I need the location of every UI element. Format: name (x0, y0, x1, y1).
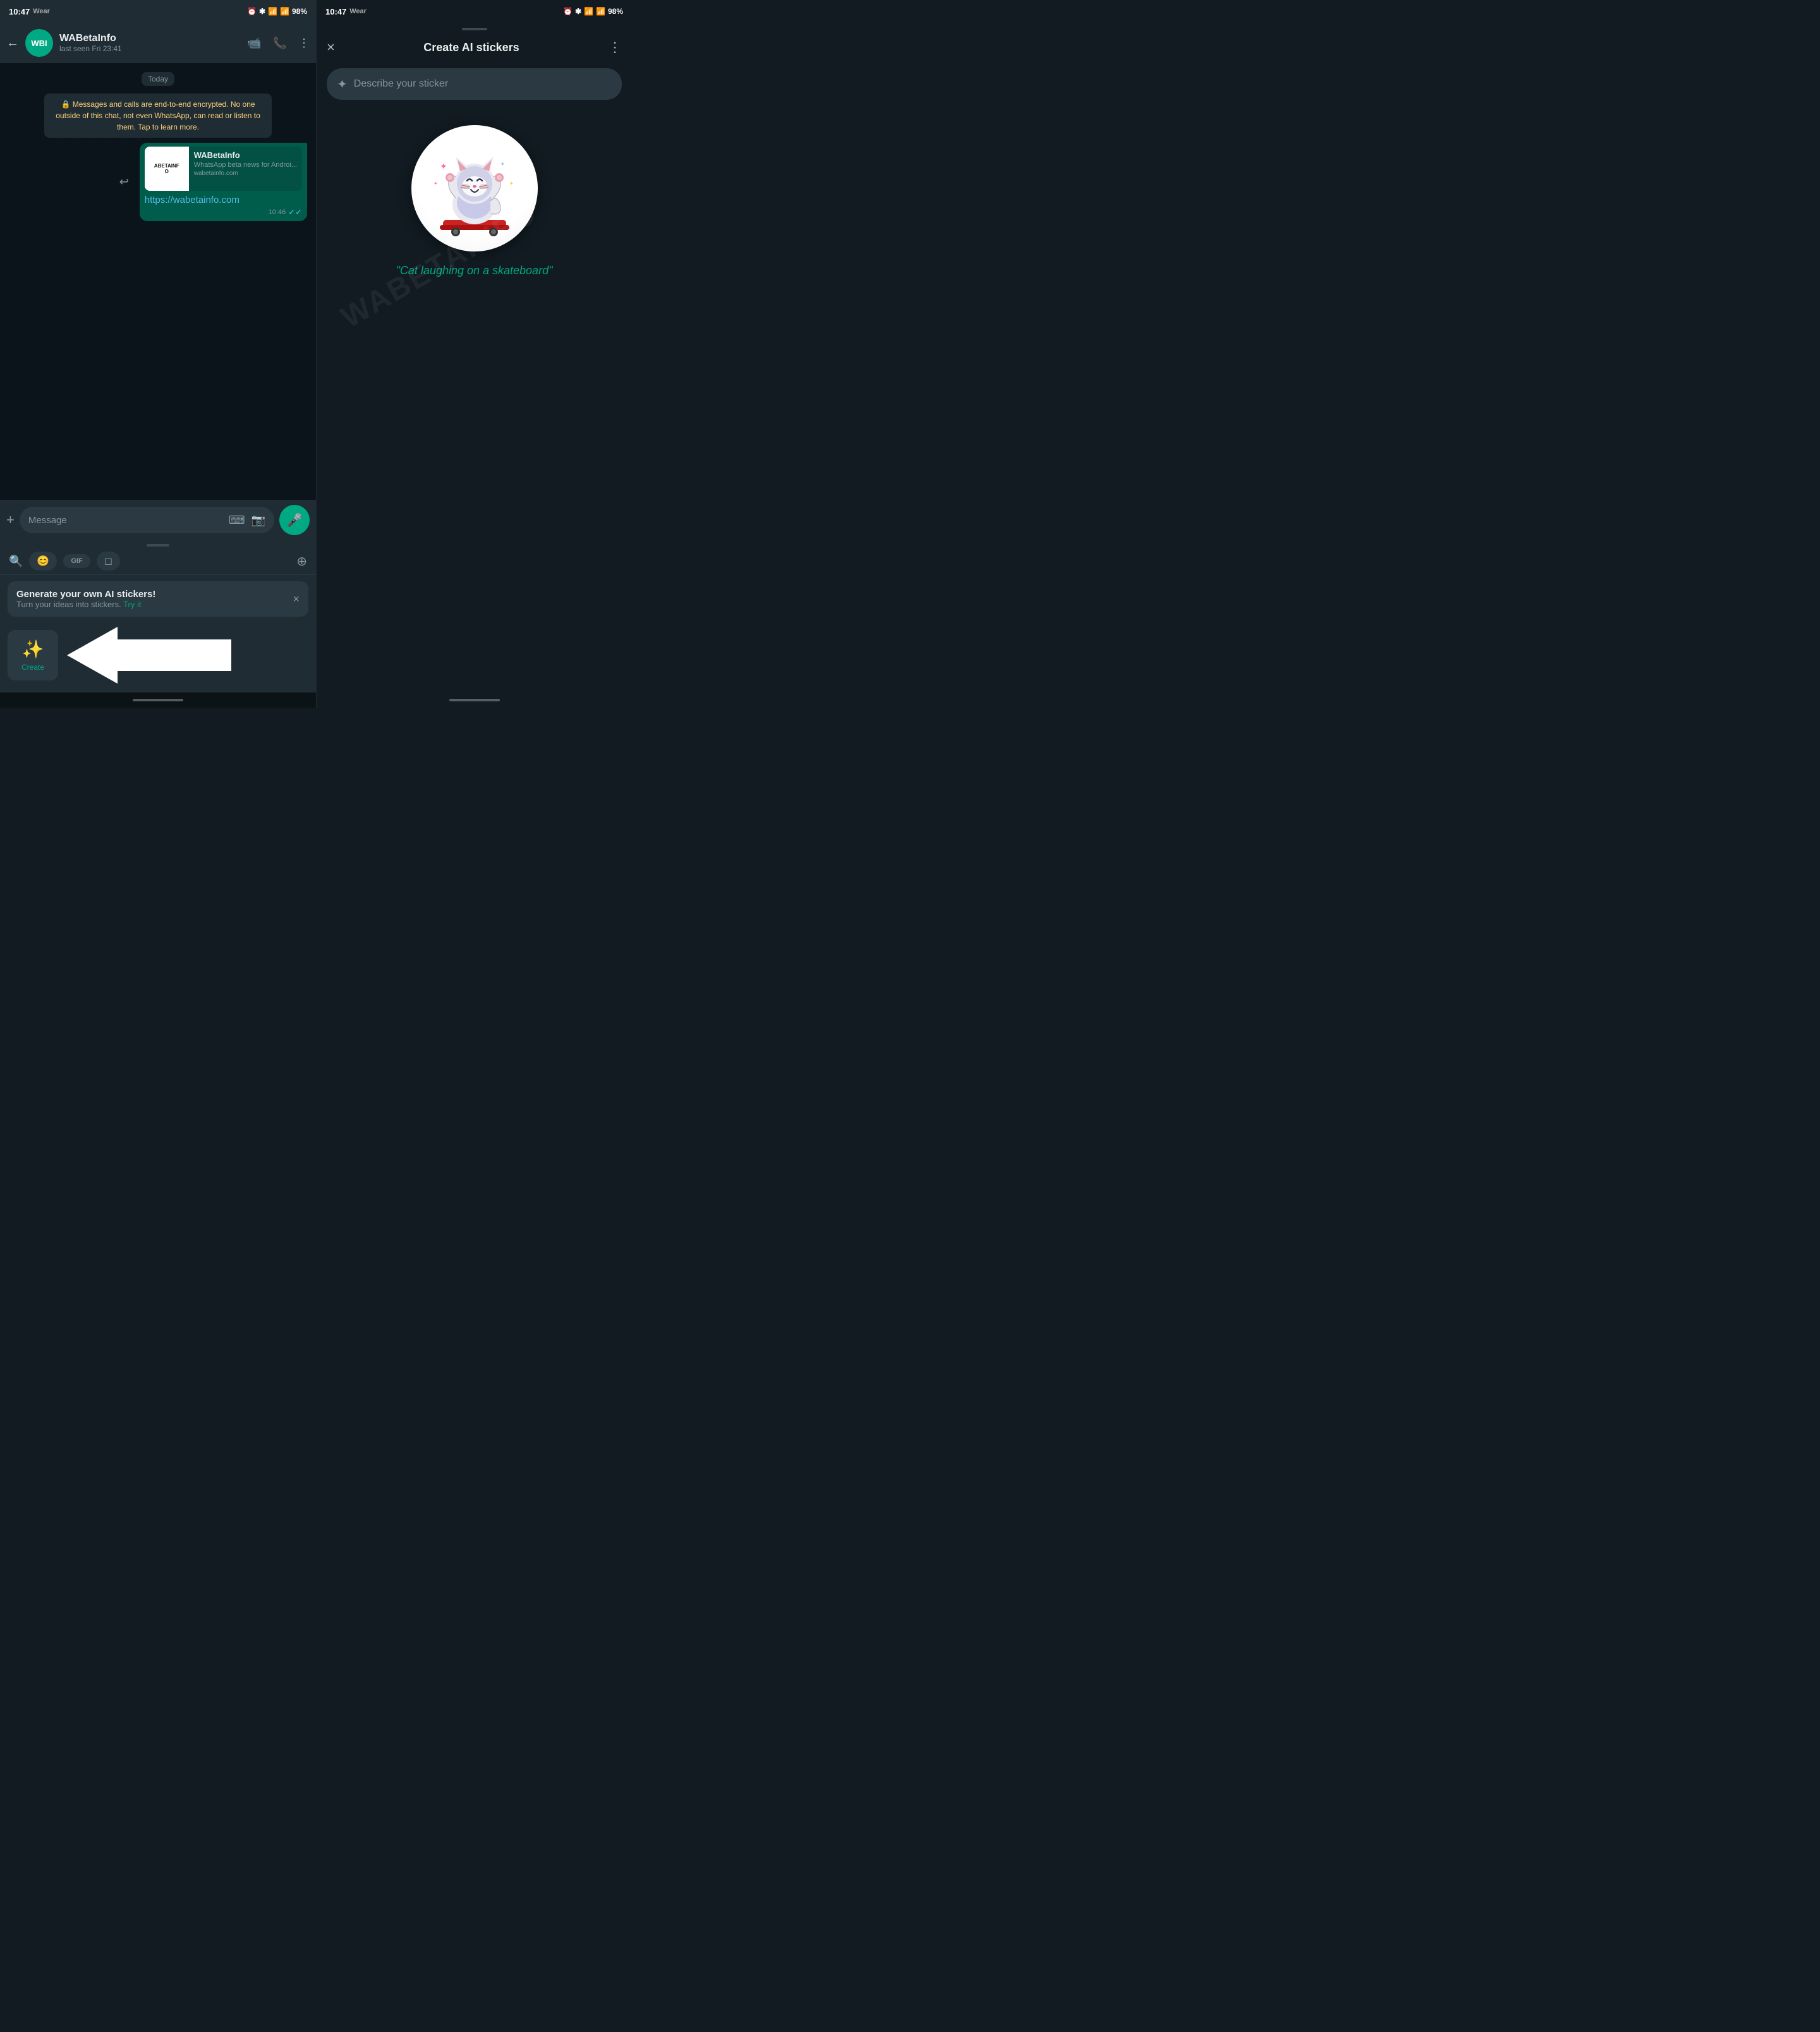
svg-text:✦: ✦ (440, 161, 447, 171)
signal-icon: 📶 (280, 7, 289, 16)
keyboard-icon[interactable]: ⌨ (229, 514, 245, 527)
chat-header: ← WBI WABetaInfo last seen Fri 23:41 📹 📞… (0, 23, 316, 63)
battery-left: 98% (292, 7, 307, 16)
status-bar-right: 10:47 Wear ⏰ ✱ 📶 📶 98% (317, 0, 632, 23)
ai-title: Create AI stickers (341, 41, 602, 54)
more-icon[interactable]: ⋮ (608, 39, 622, 56)
camera-icon[interactable]: 📷 (252, 514, 265, 527)
video-call-icon[interactable]: 📹 (247, 37, 261, 50)
signal-icon-r: 📶 (596, 7, 605, 16)
sheet-handle-right (462, 28, 487, 30)
header-info: WABetaInfo last seen Fri 23:41 (59, 33, 241, 53)
sticker-tab[interactable]: ◻ (97, 552, 120, 571)
message-placeholder: Message (28, 515, 222, 526)
banner-close-button[interactable]: × (293, 593, 300, 606)
sparkle-search-icon: ✦ (337, 76, 348, 92)
wifi-icon: 📶 (268, 7, 277, 16)
chat-area: Today 🔒 Messages and calls are end-to-en… (0, 63, 316, 500)
chat-bubble: ↩ ABETAINFO WABetaInfo WhatsApp beta new… (140, 143, 307, 221)
emoji-tab[interactable]: 😊 (29, 552, 57, 571)
alarm-icon-r: ⏰ (563, 7, 573, 16)
wifi-icon-r: 📶 (584, 7, 593, 16)
chat-link[interactable]: https://wabetainfo.com (145, 195, 240, 205)
banner-subtitle: Turn your ideas into stickers. Try it (16, 600, 155, 609)
banner-try-link[interactable]: Try it (123, 600, 141, 609)
header-icons: 📹 📞 ⋮ (247, 37, 310, 50)
close-button[interactable]: × (327, 39, 335, 56)
home-indicator-left (133, 699, 183, 701)
svg-text:✦: ✦ (434, 181, 438, 186)
wear-left: Wear (33, 8, 50, 15)
arrow-svg (67, 627, 231, 684)
more-options-icon[interactable]: ⋮ (298, 37, 310, 50)
bubble-time: 10:46 ✓✓ (145, 207, 302, 217)
sticker-icon: ◻ (104, 555, 112, 567)
bottom-home-bar-right (317, 692, 632, 708)
attach-icon[interactable]: + (6, 512, 15, 528)
left-panel: WABETAINFO 10:47 Wear ⏰ ✱ 📶 📶 98% ← WBI … (0, 0, 316, 708)
forward-icon[interactable]: ↩ (119, 176, 129, 189)
sticker-caption: "Cat laughing on a skateboard" (396, 264, 553, 277)
sheet-handle (147, 544, 169, 547)
emoji-icon: 😊 (37, 555, 49, 567)
home-indicator-right (449, 699, 500, 701)
battery-right: 98% (608, 7, 623, 16)
bt-icon: ✱ (259, 7, 265, 16)
right-panel: WABETAINFO 10:47 Wear ⏰ ✱ 📶 📶 98% × Crea… (316, 0, 632, 708)
ai-content-area: ✦ ✦ ✦ ✦ "Cat laughing on a skateboard" (317, 106, 632, 692)
sticker-preview-circle: ✦ ✦ ✦ ✦ (411, 125, 538, 251)
sticker-tabs: 🔍 😊 GIF ◻ ⊕ (0, 548, 316, 575)
preview-thumbnail: ABETAINFO (145, 147, 189, 191)
ai-search-bar[interactable]: ✦ Describe your sticker (327, 68, 622, 100)
time-right: 10:47 (325, 7, 346, 16)
add-tab-icon[interactable]: ⊕ (296, 553, 307, 569)
mic-icon: 🎤 (287, 512, 303, 528)
sparkle-icon: ✨ (22, 639, 44, 660)
time-left: 10:47 (9, 7, 30, 16)
sticker-create-row: ✨ Create (0, 623, 316, 692)
message-input-box[interactable]: Message ⌨ 📷 (20, 507, 274, 533)
preview-url: wabetainfo.com (194, 170, 297, 177)
create-label: Create (21, 663, 44, 672)
banner-text-area: Generate your own AI stickers! Turn your… (16, 589, 155, 609)
contact-name: WABetaInfo (59, 33, 241, 44)
arrow-indicator (67, 627, 231, 684)
svg-text:✦: ✦ (500, 161, 505, 168)
gif-label: GIF (71, 557, 82, 565)
preview-text: WABetaInfo WhatsApp beta news for Androi… (189, 147, 302, 191)
bt-icon-r: ✱ (575, 7, 581, 16)
alarm-icon: ⏰ (247, 7, 257, 16)
gif-tab[interactable]: GIF (63, 554, 90, 568)
wear-right: Wear (349, 8, 367, 15)
ai-stickers-header: × Create AI stickers ⋮ (317, 33, 632, 62)
preview-desc: WhatsApp beta news for Androi... (194, 161, 297, 169)
ai-sticker-banner: Generate your own AI stickers! Turn your… (8, 581, 308, 617)
read-tick: ✓✓ (288, 207, 302, 217)
bottom-home-bar-left (0, 692, 316, 708)
date-badge: Today (142, 72, 174, 86)
voice-call-icon[interactable]: 📞 (273, 37, 287, 50)
message-input-area: + Message ⌨ 📷 🎤 (0, 500, 316, 540)
cat-sticker-svg: ✦ ✦ ✦ ✦ (421, 135, 528, 242)
system-message[interactable]: 🔒 Messages and calls are end-to-end encr… (44, 94, 272, 138)
avatar: WBI (25, 29, 53, 57)
back-button[interactable]: ← (6, 36, 19, 51)
sticker-search-icon[interactable]: 🔍 (9, 555, 23, 568)
sticker-panel: 🔍 😊 GIF ◻ ⊕ Generate your own AI sticker… (0, 540, 316, 692)
svg-text:✦: ✦ (509, 181, 514, 186)
message-time: 10:46 (269, 209, 286, 216)
status-bar-left: 10:47 Wear ⏰ ✱ 📶 📶 98% (0, 0, 316, 23)
create-sticker-button[interactable]: ✨ Create (8, 630, 58, 680)
sticker-input-placeholder: Describe your sticker (354, 78, 448, 90)
banner-title: Generate your own AI stickers! (16, 589, 155, 600)
preview-title: WABetaInfo (194, 150, 297, 160)
mic-button[interactable]: 🎤 (279, 505, 310, 535)
contact-status: last seen Fri 23:41 (59, 44, 241, 53)
link-preview: ABETAINFO WABetaInfo WhatsApp beta news … (145, 147, 302, 191)
